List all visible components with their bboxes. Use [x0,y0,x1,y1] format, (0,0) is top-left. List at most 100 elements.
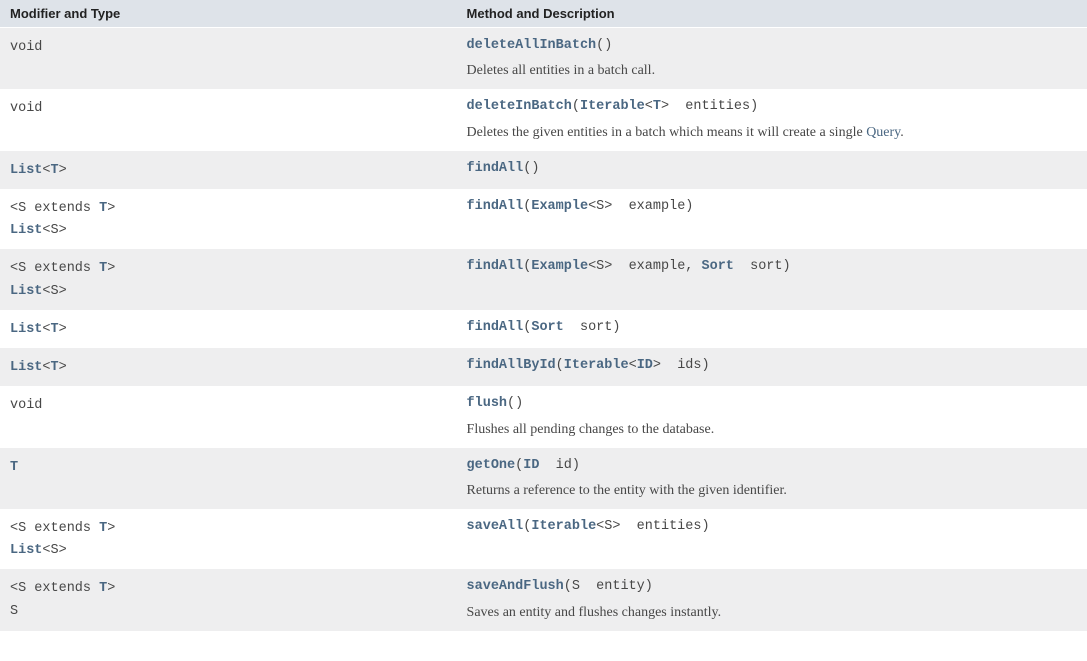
type-link[interactable]: T [51,322,59,337]
method-link[interactable]: getOne [467,458,516,473]
table-row: void flush() Flushes all pending changes t… [0,386,1087,447]
method-cell: findAll(Example<S> example, Sort sort) [457,249,1087,310]
type-link[interactable]: List [10,543,42,558]
method-signature: saveAll(Iterable<S> entities) [467,517,1077,537]
type-link[interactable]: Sort [702,259,734,274]
type-link[interactable]: List [10,360,42,375]
code-text: <S extends [10,201,99,216]
type-link[interactable]: List [10,322,42,337]
method-signature: deleteInBatch(Iterable<T> entities) [467,97,1077,117]
modifier-cell: void [0,28,457,90]
code-text: <S extends [10,261,99,276]
type-link[interactable]: Sort [531,320,563,335]
method-signature: getOne(ID id) [467,456,1077,476]
code-text: <S extends [10,581,99,596]
type-link[interactable]: Query [866,125,900,140]
code-text: <S> entities) [596,519,709,534]
method-signature: findAllById(Iterable<ID> ids) [467,356,1077,376]
method-link[interactable]: flush [467,396,508,411]
code-text: void [10,398,42,413]
method-link[interactable]: deleteInBatch [467,99,572,114]
type-link[interactable]: Iterable [531,519,596,534]
code-text: > [107,521,115,536]
type-link[interactable]: List [10,284,42,299]
table-row: void deleteInBatch(Iterable<T> entities) D… [0,89,1087,150]
method-cell: findAllById(Iterable<ID> ids) [457,348,1087,386]
method-signature: deleteAllInBatch() [467,36,1077,56]
method-link[interactable]: saveAndFlush [467,579,564,594]
method-description: Deletes the given entities in a batch wh… [467,122,1077,143]
table-row: <S extends T> List<S>findAll(Example<S> … [0,189,1087,250]
type-link[interactable]: T [51,360,59,375]
method-link[interactable]: findAllById [467,358,556,373]
code-text: > [59,360,67,375]
type-link[interactable]: ID [523,458,539,473]
method-cell: findAll() [457,151,1087,189]
type-link[interactable]: Example [531,199,588,214]
method-signature: flush() [467,394,1077,414]
code-text: <S> [42,543,66,558]
type-link[interactable]: T [51,163,59,178]
type-link[interactable]: Example [531,259,588,274]
method-signature: findAll(Example<S> example, Sort sort) [467,257,1077,277]
modifier-cell: T [0,448,457,509]
method-cell: saveAll(Iterable<S> entities) [457,509,1087,570]
method-signature: saveAndFlush(S entity) [467,577,1077,597]
modifier-cell: void [0,386,457,447]
method-description: Returns a reference to the entity with t… [467,480,1077,501]
method-link[interactable]: findAll [467,259,524,274]
code-text: id) [539,458,580,473]
type-link[interactable]: ID [637,358,653,373]
table-row: List<T> findAll() [0,151,1087,189]
modifier-cell: List<T> [0,348,457,386]
table-row: <S extends T> SsaveAndFlush(S entity)Sav… [0,569,1087,630]
code-text: sort) [734,259,791,274]
code-text: <S> [42,284,66,299]
code-text: <S> [42,223,66,238]
table-row: List<T>findAll(Sort sort) [0,310,1087,348]
type-link[interactable]: List [10,163,42,178]
code-text: () [507,396,523,411]
code-text: > [107,201,115,216]
modifier-cell: void [0,89,457,150]
code-text: > ids) [653,358,710,373]
type-link[interactable]: T [10,460,18,475]
header-modifier: Modifier and Type [0,0,457,28]
method-summary-table: Modifier and Type Method and Description… [0,0,1087,631]
type-link[interactable]: Iterable [580,99,645,114]
method-cell: findAll(Sort sort) [457,310,1087,348]
modifier-cell: List<T> [0,151,457,189]
code-text: <S> example, [588,259,701,274]
method-signature: findAll() [467,159,1077,179]
method-cell: findAll(Example<S> example) [457,189,1087,250]
type-link[interactable]: Iterable [564,358,629,373]
code-text: () [523,161,539,176]
method-link[interactable]: findAll [467,199,524,214]
method-link[interactable]: findAll [467,161,524,176]
modifier-cell: <S extends T> S [0,569,457,630]
modifier-cell: <S extends T> List<S> [0,509,457,570]
type-link[interactable]: List [10,223,42,238]
code-text: > entities) [661,99,758,114]
table-row: <S extends T> List<S>findAll(Example<S> … [0,249,1087,310]
code-text: void [10,101,42,116]
table-row: TgetOne(ID id) Returns a reference to the… [0,448,1087,509]
method-cell: flush() Flushes all pending changes to th… [457,386,1087,447]
code-text: < [42,163,50,178]
desc-text: Flushes all pending changes to the datab… [467,422,715,437]
code-text: < [645,99,653,114]
method-link[interactable]: deleteAllInBatch [467,38,597,53]
method-description: Deletes all entities in a batch call. [467,60,1077,81]
code-text: ( [556,358,564,373]
code-text: ( [572,99,580,114]
code-text: void [10,40,42,55]
type-link[interactable]: T [653,99,661,114]
modifier-cell: List<T> [0,310,457,348]
table-row: <S extends T> List<S> saveAll(Iterable<S>… [0,509,1087,570]
code-text: < [42,360,50,375]
code-text: > [59,322,67,337]
method-link[interactable]: findAll [467,320,524,335]
method-link[interactable]: saveAll [467,519,524,534]
desc-text: Deletes the given entities in a batch wh… [467,125,867,140]
code-text: < [42,322,50,337]
